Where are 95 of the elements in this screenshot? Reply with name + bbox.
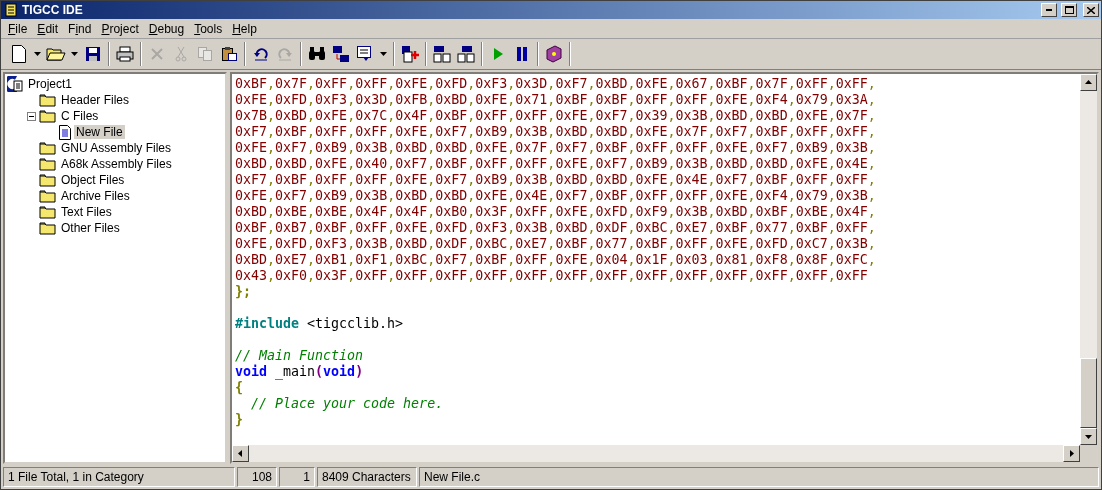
code-line: // Main Function — [235, 348, 365, 364]
code-line: 0xBD,0xBD,0xFE,0x40,0xF7,0xBF,0xFF,0xFF,0xFE,0xF7,0xB9,0x3B,0xBD,0xBD,0xFE,0x4E, — [235, 156, 877, 172]
close-icon — [1087, 6, 1095, 14]
undo-icon — [252, 46, 269, 62]
replace-icon — [331, 45, 350, 63]
tree-item[interactable]: Other Files — [59, 221, 122, 235]
collapse-icon[interactable] — [27, 111, 36, 121]
scroll-left-button[interactable] — [232, 445, 249, 462]
code-line: 0xBD,0xE7,0xB1,0xF1,0xBC,0xF7,0xBF,0xFF,0xFE,0x04,0x1F,0x03,0x81,0xF8,0x8F,0xFC, — [235, 252, 877, 268]
code-line: 0xBD,0xBE,0xBE,0x4F,0x4F,0xB0,0x3F,0xFF,0xFE,0xFD,0xF9,0x3B,0xBD,0xBF,0xBE,0x4F, — [235, 204, 877, 220]
document-list-icon — [355, 45, 374, 63]
code-line: 0xFE,0xFD,0xF3,0x3B,0xBD,0xDF,0xBC,0xE7,0xBF,0x77,0xBF,0xFF,0xFE,0xFD,0xC7,0x3B, — [235, 236, 877, 252]
project-icon — [7, 76, 23, 92]
folder-icon — [39, 93, 56, 107]
menu-item[interactable]: Tools — [189, 20, 228, 37]
code-line: // Place your code here. — [250, 396, 445, 412]
build-icon — [456, 45, 475, 63]
tree-item[interactable]: Text Files — [59, 205, 114, 219]
delete-icon — [148, 46, 165, 62]
tree-item[interactable]: New File — [74, 125, 125, 139]
pause-icon — [515, 46, 528, 62]
code-line: }; — [235, 284, 252, 300]
menu-item[interactable]: Find — [63, 20, 97, 37]
folder-icon — [39, 141, 56, 155]
copy-icon — [196, 46, 213, 62]
code-line: 0x43,0xF0,0x3F,0xFF,0xFF,0xFF,0xFF,0xFF,0xFF,0xFF,0xFF,0xFF,0xFF,0xFF,0xFF,0xFF — [235, 268, 869, 284]
app-icon — [4, 3, 18, 17]
caret-icon — [379, 52, 387, 56]
down-arrow-icon — [1085, 433, 1092, 440]
code-line: 0xBF,0x7F,0xFF,0xFF,0xFE,0xFD,0xF3,0x3D,0xF7,0xBD,0xFE,0x67,0xBF,0x7F,0xFF,0xFF, — [235, 76, 877, 92]
window-title: TIGCC IDE — [22, 3, 84, 17]
scissors-icon — [174, 46, 187, 62]
binoculars-icon — [307, 46, 326, 62]
caret-icon — [33, 52, 41, 56]
menu-item[interactable]: File — [3, 20, 33, 37]
code-line: 0x7B,0xBD,0xFE,0x7C,0x4F,0xBF,0xFF,0xFF,0xFE,0xF7,0x39,0x3B,0xBD,0xBD,0xFE,0x7F, — [235, 108, 877, 124]
status-characters: 8409 Characters — [317, 467, 417, 487]
menu-item[interactable]: Help — [227, 20, 262, 37]
code-line: #include <tigcclib.h> — [235, 316, 405, 332]
tree-item[interactable]: A68k Assembly Files — [59, 157, 174, 171]
caret-icon — [70, 52, 78, 56]
save-icon — [84, 46, 101, 62]
vertical-scrollbar[interactable] — [1080, 74, 1097, 445]
right-arrow-icon — [1068, 450, 1075, 457]
horizontal-scrollbar[interactable] — [232, 445, 1080, 462]
scroll-up-button[interactable] — [1080, 74, 1097, 91]
folder-icon — [39, 173, 56, 187]
code-line: 0xF7,0xBF,0xFF,0xFF,0xFE,0xF7,0xB9,0x3B,0xBD,0xBD,0xFE,0x7F,0xF7,0xBF,0xFF,0xFF, — [235, 124, 877, 140]
file-icon — [59, 124, 71, 140]
maximize-button[interactable] — [1061, 3, 1077, 17]
tree-item[interactable]: Archive Files — [59, 189, 132, 203]
code-line: 0xFE,0xF7,0xB9,0x3B,0xBD,0xBD,0xFE,0x4E,0xF7,0xBF,0xFF,0xFF,0xFE,0xF4,0x79,0x3B, — [235, 188, 877, 204]
run-icon — [491, 46, 504, 62]
code-line: 0xBF,0xB7,0xBF,0xFF,0xFE,0xFD,0xF3,0x3B,0xBD,0xDF,0xBC,0xE7,0xBF,0x77,0xBF,0xFF, — [235, 220, 877, 236]
folder-icon — [39, 157, 56, 171]
left-arrow-icon — [237, 450, 244, 457]
tree-item[interactable]: GNU Assembly Files — [59, 141, 174, 155]
folder-icon — [45, 46, 66, 62]
close-button[interactable] — [1083, 3, 1099, 17]
code-line: } — [235, 412, 244, 428]
tree-item[interactable]: Header Files — [59, 93, 132, 107]
paste-icon — [220, 46, 237, 62]
menu-item[interactable]: Debug — [143, 20, 190, 37]
compile-icon — [432, 45, 451, 63]
folder-icon — [39, 205, 56, 219]
scroll-right-button[interactable] — [1063, 445, 1080, 462]
maximize-icon — [1064, 6, 1074, 14]
code-line: 0xFE,0xFD,0xF3,0x3D,0xFB,0xBD,0xFE,0x71,0xBF,0xBF,0xFF,0xFF,0xFE,0xF4,0x79,0x3A, — [235, 92, 877, 108]
code-line: { — [235, 380, 244, 396]
menu-item[interactable]: Project — [96, 20, 144, 37]
code-line: 0xFE,0xF7,0xB9,0x3B,0xBD,0xBD,0xFE,0x7F,0xF7,0xBF,0xFF,0xFF,0xFE,0xF7,0xB9,0x3B, — [235, 140, 877, 156]
tree-item[interactable]: Object Files — [59, 173, 127, 187]
folder-icon — [39, 189, 56, 203]
tree-item[interactable]: C Files — [59, 109, 101, 123]
scroll-down-button[interactable] — [1080, 428, 1097, 445]
code-line: void _main(void) — [235, 364, 365, 380]
up-arrow-icon — [1085, 79, 1092, 86]
build-button[interactable] — [454, 43, 477, 65]
printer-icon — [115, 46, 134, 62]
printer-button[interactable] — [113, 43, 136, 65]
status-column: 1 — [279, 467, 315, 487]
add-file-icon — [400, 45, 419, 63]
tree-item[interactable]: Project1 — [26, 77, 75, 91]
folder-icon — [39, 221, 56, 235]
status-file: New File.c — [419, 467, 1099, 487]
menu-item[interactable]: Edit — [32, 20, 64, 37]
compile-button[interactable] — [430, 43, 453, 65]
minimize-button[interactable] — [1041, 3, 1057, 17]
new-file-icon — [10, 45, 27, 63]
scroll-thumb[interactable] — [1080, 358, 1097, 428]
folder-icon — [39, 109, 56, 123]
status-summary: 1 File Total, 1 in Category — [3, 467, 235, 487]
redo-icon — [276, 46, 293, 62]
minimize-icon — [1046, 9, 1052, 11]
code-line: 0xF7,0xBF,0xFF,0xFF,0xFE,0xF7,0xB9,0x3B,0xBD,0xBD,0xFE,0x4E,0xF7,0xBF,0xFF,0xFF, — [235, 172, 877, 188]
